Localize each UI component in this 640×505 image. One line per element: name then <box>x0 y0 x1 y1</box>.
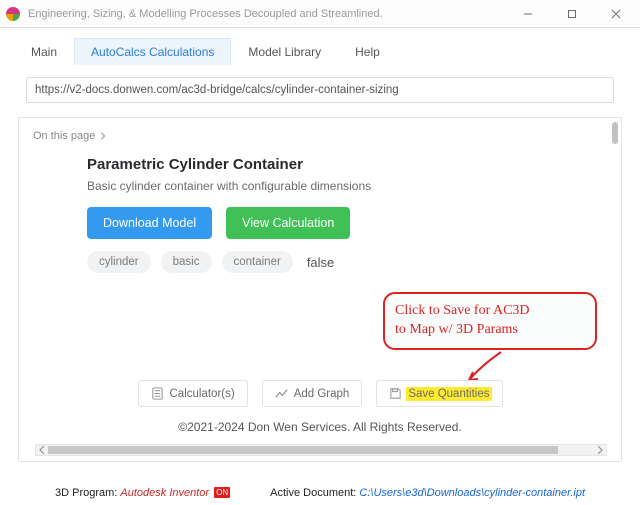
window-controls <box>506 0 638 28</box>
status-active-document: Active Document: C:\Users\e3d\Downloads\… <box>270 487 585 499</box>
status-doc-value: C:\Users\e3d\Downloads\cylinder-containe… <box>359 487 585 499</box>
tab-help[interactable]: Help <box>338 38 397 65</box>
save-icon <box>389 387 402 400</box>
model-title: Parametric Cylinder Container <box>87 156 543 173</box>
model-button-row: Download Model View Calculation <box>87 207 543 239</box>
maximize-button[interactable] <box>550 0 594 28</box>
model-card: Parametric Cylinder Container Basic cyli… <box>75 150 555 291</box>
add-graph-button[interactable]: Add Graph <box>262 380 363 407</box>
save-quantities-label: Save Quantities <box>406 387 491 401</box>
horizontal-scroll-thumb[interactable] <box>48 446 558 454</box>
tag-row: cylinder basic container false <box>87 251 543 273</box>
window-titlebar: Engineering, Sizing, & Modelling Process… <box>0 0 640 28</box>
calculators-label: Calculator(s) <box>170 388 235 400</box>
status-on-badge: ON <box>214 487 230 498</box>
calculator-icon <box>151 387 164 400</box>
status-3d-program: 3D Program: Autodesk Inventor ON <box>55 487 230 499</box>
on-this-page-label: On this page <box>33 130 95 142</box>
annotation-arrow-icon <box>463 350 503 384</box>
minimize-button[interactable] <box>506 0 550 28</box>
status-doc-label: Active Document: <box>270 487 359 499</box>
tab-autocalcs[interactable]: AutoCalcs Calculations <box>74 38 231 65</box>
copyright-text: ©2021-2024 Don Wen Services. All Rights … <box>19 420 621 434</box>
close-button[interactable] <box>594 0 638 28</box>
status-program-label: 3D Program: <box>55 487 120 499</box>
app-icon <box>6 7 20 21</box>
calculators-button[interactable]: Calculator(s) <box>138 380 248 407</box>
window-title: Engineering, Sizing, & Modelling Process… <box>28 8 506 20</box>
tag-container[interactable]: container <box>222 251 293 273</box>
scroll-left-icon[interactable] <box>36 444 48 456</box>
tab-main[interactable]: Main <box>14 38 74 65</box>
status-program-value: Autodesk Inventor <box>120 487 209 499</box>
url-row <box>0 65 640 111</box>
horizontal-scrollbar[interactable] <box>35 444 607 456</box>
on-this-page[interactable]: On this page <box>19 118 621 150</box>
vertical-scrollbar[interactable] <box>612 122 618 144</box>
status-bar: 3D Program: Autodesk Inventor ON Active … <box>0 481 640 505</box>
annotation-line-1: Click to Save for AC3D <box>395 302 585 321</box>
url-input[interactable] <box>26 77 614 103</box>
model-description: Basic cylinder container with configurab… <box>87 179 543 193</box>
action-row: Calculator(s) Add Graph Save Quantities <box>19 380 621 407</box>
tab-bar: Main AutoCalcs Calculations Model Librar… <box>0 28 640 65</box>
graph-icon <box>275 387 288 400</box>
annotation-line-2: to Map w/ 3D Params <box>395 321 585 340</box>
view-calculation-button[interactable]: View Calculation <box>226 207 350 239</box>
scroll-right-icon[interactable] <box>594 444 606 456</box>
content-panel: On this page Parametric Cylinder Contain… <box>18 117 622 462</box>
chevron-right-icon <box>99 132 107 140</box>
add-graph-label: Add Graph <box>294 388 350 400</box>
save-quantities-button[interactable]: Save Quantities <box>376 380 502 407</box>
download-model-button[interactable]: Download Model <box>87 207 212 239</box>
annotation-callout: Click to Save for AC3D to Map w/ 3D Para… <box>383 292 597 350</box>
tab-model-library[interactable]: Model Library <box>231 38 338 65</box>
tag-basic[interactable]: basic <box>161 251 212 273</box>
tag-cylinder[interactable]: cylinder <box>87 251 151 273</box>
flag-false: false <box>307 255 334 270</box>
